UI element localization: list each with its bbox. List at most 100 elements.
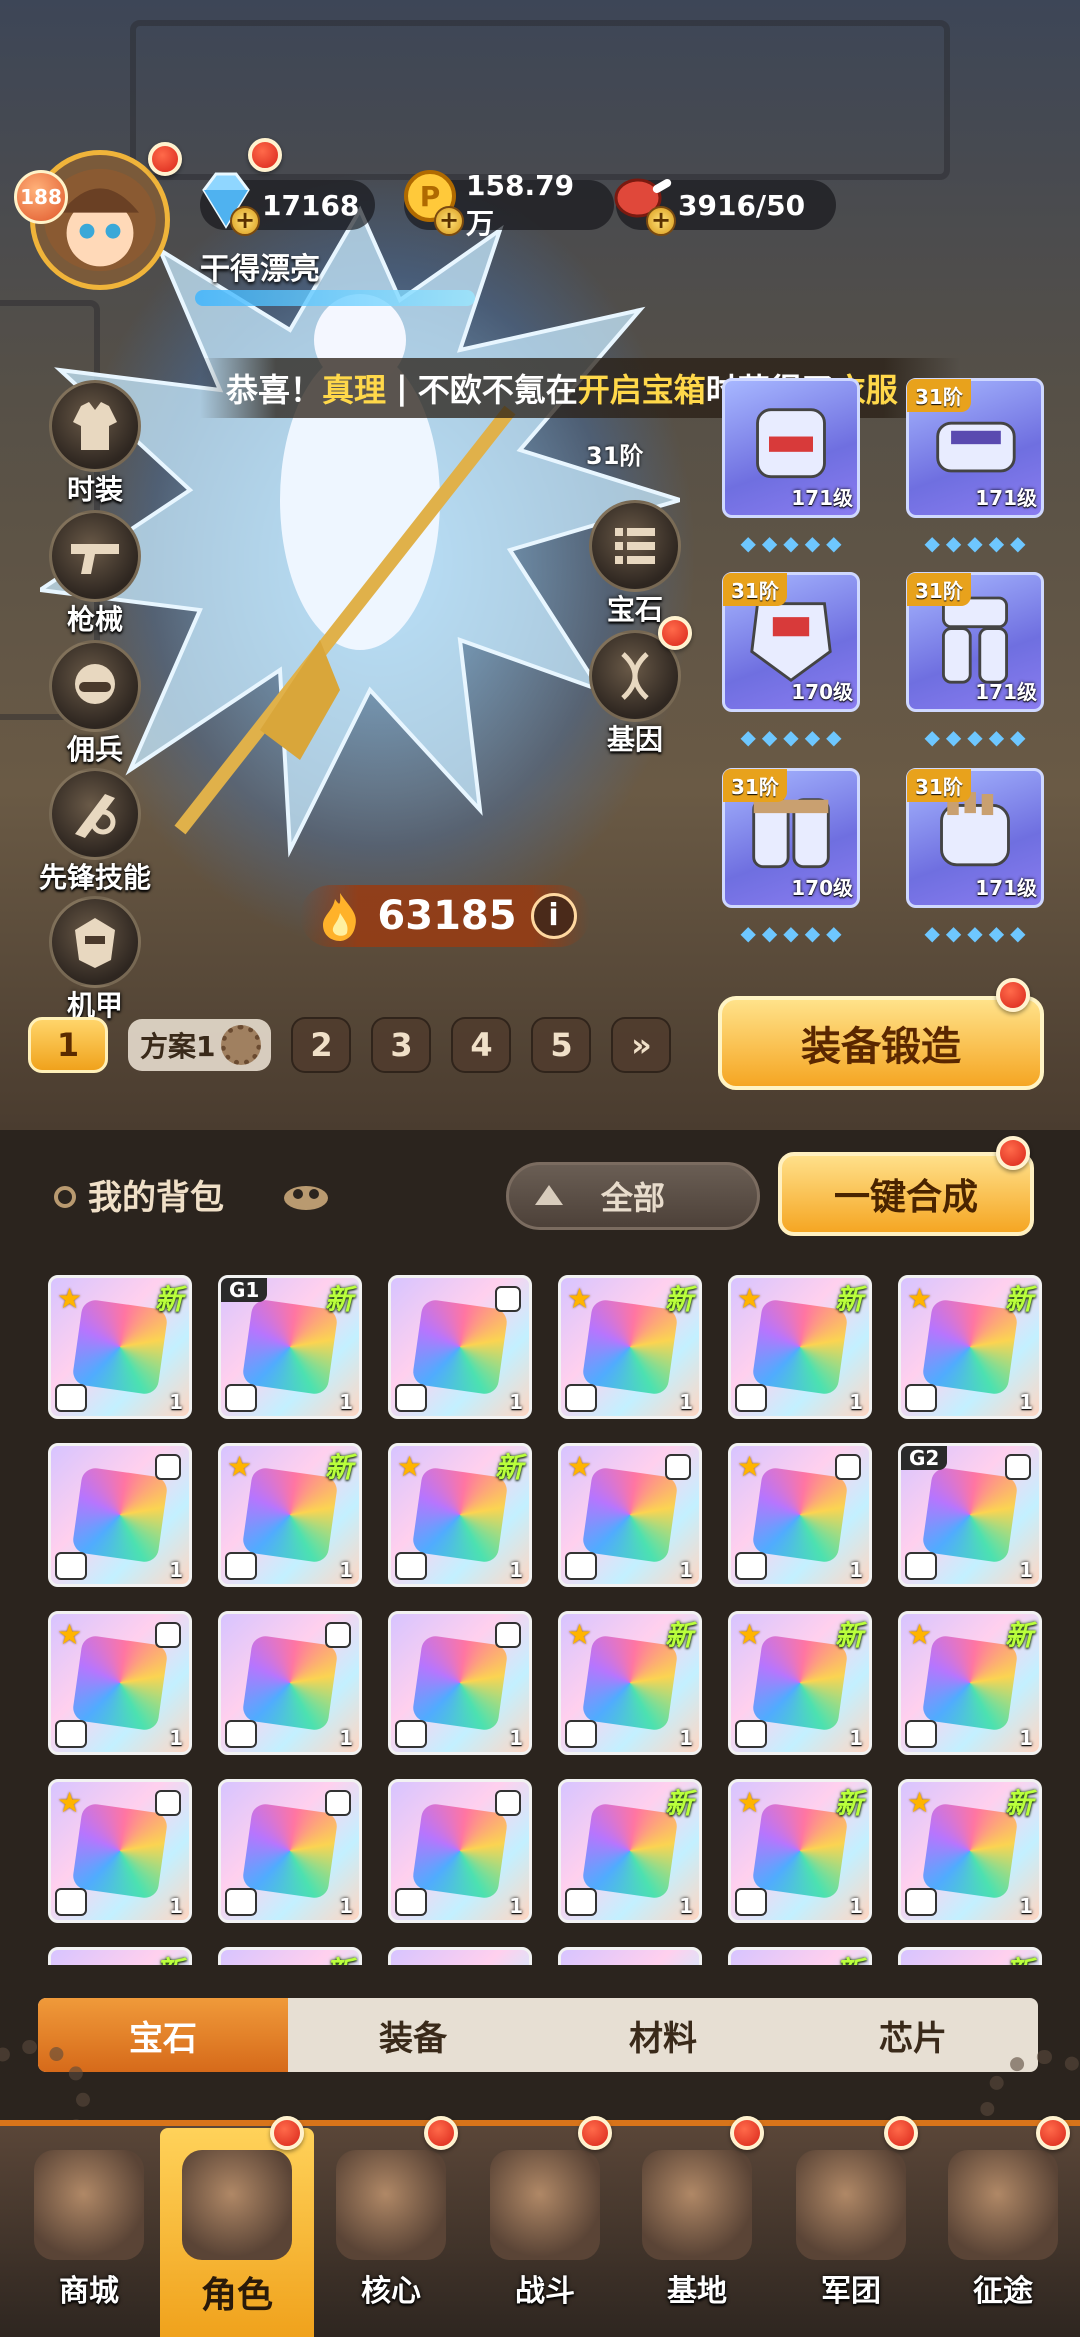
nav-character[interactable]: 角色: [160, 2128, 314, 2337]
gem-item[interactable]: 1: [218, 1611, 362, 1755]
bag-bullet-icon: [54, 1186, 76, 1208]
gem-item[interactable]: 新: [48, 1947, 192, 1965]
star-icon: ★: [57, 1282, 83, 1315]
nav-notification-dot: [424, 2116, 458, 2150]
gem-item[interactable]: 1: [218, 1779, 362, 1923]
side-menu-mercenary[interactable]: 佣兵: [40, 640, 150, 768]
resource-stamina[interactable]: + 3916/50: [614, 178, 836, 236]
svg-text:P: P: [420, 180, 441, 213]
equipment-slot-helmet[interactable]: 171级 ◆◆◆◆◆: [722, 378, 860, 555]
gem-item[interactable]: 新: [898, 1947, 1042, 1965]
info-icon[interactable]: i: [530, 893, 577, 939]
plan-3-button[interactable]: 3: [371, 1017, 432, 1073]
star-icon: ★: [57, 1786, 83, 1819]
plan-name-label[interactable]: 方案1: [128, 1019, 272, 1071]
new-badge: 新: [834, 1787, 863, 1820]
nav-battle[interactable]: 战斗: [468, 2128, 622, 2337]
resource-diamond[interactable]: + 17168: [200, 172, 375, 236]
gem-crystal-icon: [751, 1466, 849, 1564]
nav-notification-dot: [730, 2116, 764, 2150]
lock-icon: [1005, 1454, 1031, 1480]
equipment-slot-armor[interactable]: 31阶 170级 ◆◆◆◆◆: [722, 572, 860, 749]
shop-icon: [34, 2150, 144, 2260]
gem-item[interactable]: ★ 1: [558, 1443, 702, 1587]
gem-item[interactable]: ★ 新 1: [558, 1275, 702, 1419]
equipment-star-row: ◆◆◆◆◆: [924, 531, 1032, 555]
nav-base[interactable]: 基地: [620, 2128, 774, 2337]
nav-shop[interactable]: 商城: [12, 2128, 166, 2337]
gem-item[interactable]: ★ 1: [48, 1779, 192, 1923]
equipment-slot-legs[interactable]: 31阶 171级 ◆◆◆◆◆: [906, 572, 1044, 749]
gem-item[interactable]: ★ 新 1: [388, 1443, 532, 1587]
add-coin-button[interactable]: +: [434, 206, 464, 236]
gem-item[interactable]: ★ 新 1: [728, 1275, 872, 1419]
plan-1-button[interactable]: 1: [28, 1017, 108, 1073]
gem-item[interactable]: ★ 1: [48, 1611, 192, 1755]
gem-crystal-icon: [921, 1298, 1019, 1396]
slot-type-icon: [55, 1384, 87, 1412]
gem-item[interactable]: ★ 新 1: [218, 1443, 362, 1587]
gem-item[interactable]: 新: [728, 1947, 872, 1965]
equipment-forge-button[interactable]: 装备锻造: [718, 996, 1044, 1090]
gem-item[interactable]: ★ 新 1: [728, 1779, 872, 1923]
forge-notification-dot: [996, 978, 1030, 1012]
new-badge: 新: [154, 1283, 183, 1316]
side-menu-outfit[interactable]: 时装: [40, 380, 150, 508]
side-menu-guns[interactable]: 枪械: [40, 510, 150, 638]
gem-item[interactable]: [558, 1947, 702, 1965]
gem-item[interactable]: ★ 新 1: [898, 1779, 1042, 1923]
gem-item[interactable]: ★ 新 1: [728, 1611, 872, 1755]
nav-core[interactable]: 核心: [314, 2128, 468, 2337]
equipment-slot-gauntlets[interactable]: 31阶 171级 ◆◆◆◆◆: [906, 768, 1044, 945]
side-menu-mecha[interactable]: 机甲: [40, 896, 150, 1024]
nav-legion[interactable]: 军团: [774, 2128, 928, 2337]
side-menu-vanguard-skill[interactable]: 先锋技能: [20, 768, 170, 896]
equipment-level: 170级: [791, 680, 853, 704]
gem-crystal-icon: [241, 1466, 339, 1564]
gem-item[interactable]: [388, 1947, 532, 1965]
character-icon: [182, 2150, 292, 2260]
nav-label: 角色: [200, 2275, 273, 2316]
star-icon: ★: [907, 1618, 933, 1651]
gem-count: 1: [339, 1390, 353, 1414]
filter-dropdown[interactable]: 全部: [506, 1162, 760, 1230]
nav-expedition[interactable]: 征途: [926, 2128, 1080, 2337]
resource-coin[interactable]: P + 158.79万: [404, 169, 614, 240]
add-stamina-button[interactable]: +: [646, 206, 676, 236]
gem-item[interactable]: ★ 新 1: [48, 1275, 192, 1419]
more-plans-button[interactable]: »: [611, 1017, 672, 1073]
gem-item[interactable]: G1 新 1: [218, 1275, 362, 1419]
gem-item[interactable]: 新1: [558, 1779, 702, 1923]
tab-materials[interactable]: 材料: [538, 1998, 788, 2072]
settings-gear-icon[interactable]: [221, 1025, 262, 1065]
add-diamond-button[interactable]: +: [230, 206, 260, 236]
equipment-star-row: ◆◆◆◆◆: [740, 725, 848, 749]
plan-2-button[interactable]: 2: [291, 1017, 352, 1073]
gem-item[interactable]: 1: [388, 1779, 532, 1923]
gem-count: 1: [169, 1558, 183, 1582]
equipment-star-row: ◆◆◆◆◆: [924, 725, 1032, 749]
gem-item[interactable]: 1: [48, 1443, 192, 1587]
tab-chips[interactable]: 芯片: [788, 1998, 1038, 2072]
forge-button-label: 装备锻造: [801, 1024, 961, 1070]
gem-item[interactable]: G2 1: [898, 1443, 1042, 1587]
one-click-merge-button[interactable]: 一键合成: [778, 1152, 1034, 1236]
gem-item[interactable]: 1: [388, 1611, 532, 1755]
slot-type-icon: [395, 1552, 427, 1580]
menu-gem[interactable]: 宝石: [580, 500, 690, 628]
gem-item[interactable]: 1: [388, 1275, 532, 1419]
plan-5-button[interactable]: 5: [531, 1017, 592, 1073]
gem-item[interactable]: ★ 新 1: [898, 1275, 1042, 1419]
equipment-slot-gloves[interactable]: 31阶 171级 ◆◆◆◆◆: [906, 378, 1044, 555]
nav-label: 军团: [821, 2274, 881, 2309]
gem-count: 1: [849, 1894, 863, 1918]
diamond-notification-dot: [248, 138, 282, 172]
gem-item[interactable]: ★ 新 1: [558, 1611, 702, 1755]
equipment-slot-boots[interactable]: 31阶 170级 ◆◆◆◆◆: [722, 768, 860, 945]
gem-item[interactable]: ★ 1: [728, 1443, 872, 1587]
gem-item[interactable]: 新: [218, 1947, 362, 1965]
gem-item[interactable]: ★ 新 1: [898, 1611, 1042, 1755]
tab-equipment[interactable]: 装备: [288, 1998, 538, 2072]
plan-4-button[interactable]: 4: [451, 1017, 512, 1073]
vanguard-skill-icon: [49, 768, 141, 860]
